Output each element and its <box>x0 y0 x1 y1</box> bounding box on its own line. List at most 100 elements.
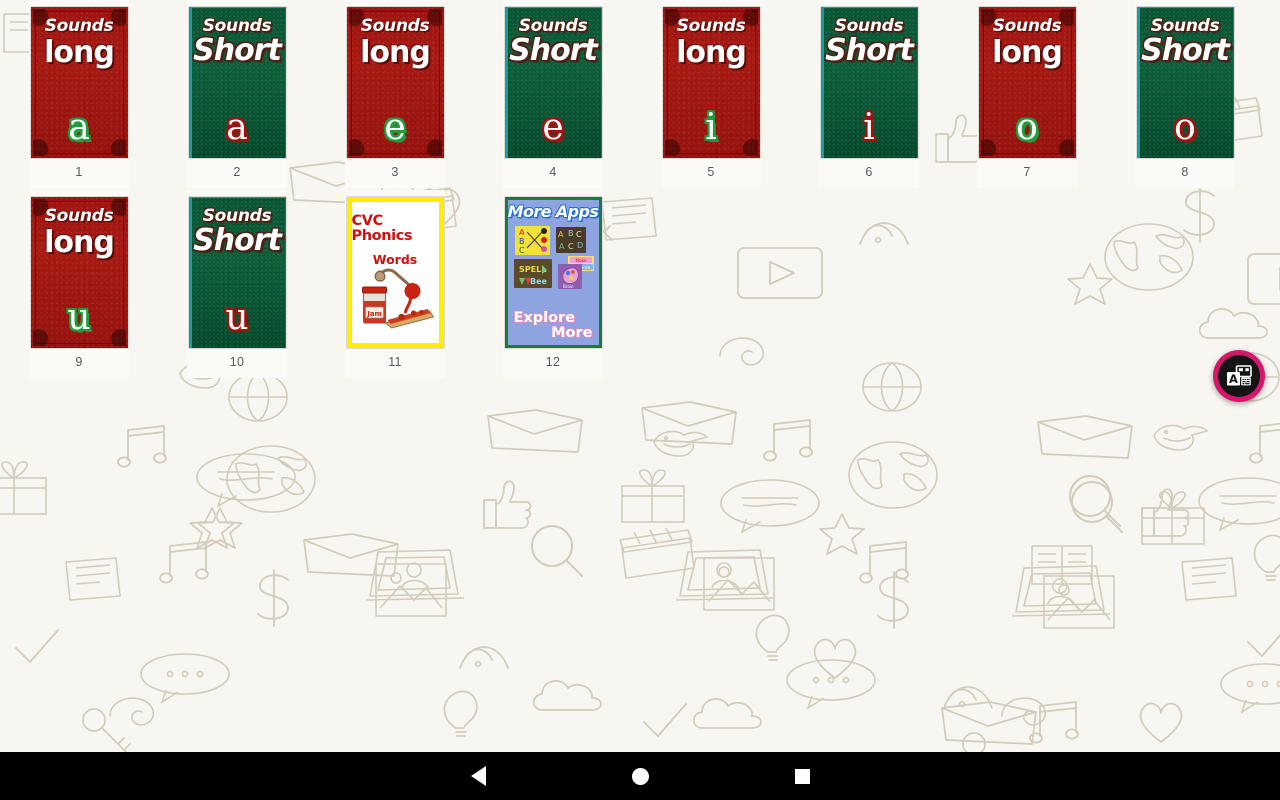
cover-word-label: long <box>44 35 115 70</box>
book-tile-11[interactable]: CVC Phonics Words Jam 11 <box>316 190 474 380</box>
cover-word-label: Short <box>193 33 282 68</box>
book-cover-12[interactable]: More Apps A B C A B C A C D Make SPELL B… <box>504 197 602 348</box>
cover-word-label: long <box>360 35 431 70</box>
square-recents-icon <box>794 768 810 784</box>
tile-number-label: 3 <box>391 165 399 179</box>
fab-face: A <box>1218 355 1260 397</box>
book-tile-3[interactable]: Sounds long e 3 <box>316 0 474 190</box>
cover-vowel-letter: e <box>542 107 564 148</box>
book-tile-4[interactable]: Sounds Short e 4 <box>474 0 632 190</box>
translate-fab-button[interactable]: A <box>1213 350 1265 402</box>
more-apps-title-label: More Apps <box>507 202 599 221</box>
svg-text:A: A <box>559 242 565 251</box>
svg-text:C: C <box>576 230 582 239</box>
triangle-back-icon <box>470 766 486 786</box>
cover-sounds-label: Sounds <box>44 16 114 36</box>
book-grid: Sounds long a 1 Sounds Short a 2 Sounds long e 3 Sou… <box>0 0 1280 380</box>
android-navigation-bar <box>0 752 1280 800</box>
cover-vowel-letter: i <box>863 107 875 148</box>
book-tile-12[interactable]: More Apps A B C A B C A C D Make SPELL B… <box>474 190 632 380</box>
cover-sounds-label: Sounds <box>676 16 746 36</box>
cover-vowel-letter: u <box>67 297 91 338</box>
book-cover-5[interactable]: Sounds long i <box>662 7 760 158</box>
book-grid-area: Sounds long a 1 Sounds Short a 2 Sounds long e 3 Sou… <box>0 0 1280 752</box>
tile-number-label: 10 <box>229 355 245 369</box>
cover-vowel-letter: o <box>1174 107 1196 148</box>
svg-text:Jam: Jam <box>366 310 382 318</box>
tile-number-label: 7 <box>1023 165 1031 179</box>
app-root: Sounds long a 1 Sounds Short a 2 Sounds long e 3 Sou… <box>0 0 1280 800</box>
svg-text:Bee: Bee <box>530 277 548 286</box>
svg-text:A: A <box>558 230 564 239</box>
tile-number-label: 6 <box>865 165 873 179</box>
svg-text:D: D <box>577 241 583 250</box>
tile-number-label: 11 <box>388 355 402 369</box>
cvc-illustration: Jam <box>352 267 439 329</box>
svg-text:A: A <box>1229 372 1238 386</box>
more-apps-footer-line1: Explore <box>513 309 576 326</box>
tile-number-label: 4 <box>549 165 557 179</box>
cover-vowel-letter: a <box>226 107 248 148</box>
book-cover-7[interactable]: Sounds long o <box>978 7 1076 158</box>
book-tile-5[interactable]: Sounds long i 5 <box>632 0 790 190</box>
svg-text:A: A <box>519 228 525 237</box>
circle-home-icon <box>631 767 649 785</box>
book-tile-6[interactable]: Sounds Short i 6 <box>790 0 948 190</box>
book-tile-2[interactable]: Sounds Short a 2 <box>158 0 316 190</box>
tile-number-label: 1 <box>75 165 83 179</box>
cvc-subtitle-label: Words <box>372 252 418 267</box>
svg-text:Make: Make <box>575 258 586 263</box>
svg-text:Brain: Brain <box>563 284 574 289</box>
book-cover-4[interactable]: Sounds Short e <box>504 7 602 158</box>
nav-home-button[interactable] <box>595 752 685 800</box>
cover-word-label: long <box>44 225 115 260</box>
book-cover-6[interactable]: Sounds Short i <box>820 7 918 158</box>
more-apps-footer-line2: More <box>551 324 593 341</box>
svg-text:B: B <box>519 237 525 246</box>
cover-word-label: Short <box>193 223 282 258</box>
jam-jar-toast-illustration: Jam <box>361 268 434 329</box>
cover-vowel-letter: o <box>1016 107 1038 148</box>
tile-number-label: 9 <box>75 355 83 369</box>
more-apps-footer: Explore More <box>508 309 599 341</box>
app-thumb-brain: Brain <box>557 263 582 289</box>
book-cover-11[interactable]: CVC Phonics Words Jam <box>346 197 444 348</box>
book-cover-1[interactable]: Sounds long a <box>30 7 128 158</box>
cover-vowel-letter: a <box>68 107 90 148</box>
book-cover-9[interactable]: Sounds long u <box>30 197 128 348</box>
book-tile-7[interactable]: Sounds long o 7 <box>948 0 1106 190</box>
cover-sounds-label: Sounds <box>992 16 1062 36</box>
cover-word-label: Short <box>1141 33 1230 68</box>
cover-vowel-letter: e <box>384 107 406 148</box>
book-cover-8[interactable]: Sounds Short o <box>1136 7 1234 158</box>
nav-recents-button[interactable] <box>757 752 847 800</box>
cover-word-label: long <box>676 35 747 70</box>
cover-sounds-label: Sounds <box>44 206 114 226</box>
app-thumb-abcd-board: A B C A C D <box>555 226 586 253</box>
book-tile-1[interactable]: Sounds long a 1 <box>0 0 158 190</box>
cover-vowel-letter: u <box>225 297 249 338</box>
svg-text:C: C <box>568 242 574 251</box>
cover-vowel-letter: i <box>705 107 717 148</box>
tile-number-label: 8 <box>1181 165 1189 179</box>
book-tile-9[interactable]: Sounds long u 9 <box>0 190 158 380</box>
cover-word-label: long <box>992 35 1063 70</box>
book-cover-10[interactable]: Sounds Short u <box>188 197 286 348</box>
book-cover-3[interactable]: Sounds long e <box>346 7 444 158</box>
cover-word-label: Short <box>825 33 914 68</box>
nav-back-button[interactable] <box>433 752 523 800</box>
app-thumb-abc-match: A B C <box>514 225 550 255</box>
cover-sounds-label: Sounds <box>360 16 430 36</box>
more-apps-thumbnails: A B C A B C A C D Make SPELL Bee Brain <box>508 224 599 292</box>
cover-word-label: Short <box>509 33 598 68</box>
cvc-title-label: CVC Phonics <box>351 213 413 244</box>
svg-text:C: C <box>519 246 525 255</box>
tile-number-label: 2 <box>233 165 241 179</box>
tile-number-label: 12 <box>545 355 561 369</box>
book-cover-2[interactable]: Sounds Short a <box>188 7 286 158</box>
book-tile-8[interactable]: Sounds Short o 8 <box>1106 0 1264 190</box>
svg-text:B: B <box>568 229 574 238</box>
text-translate-icon: A <box>1227 365 1252 386</box>
tile-number-label: 5 <box>707 165 715 179</box>
book-tile-10[interactable]: Sounds Short u 10 <box>158 190 316 380</box>
